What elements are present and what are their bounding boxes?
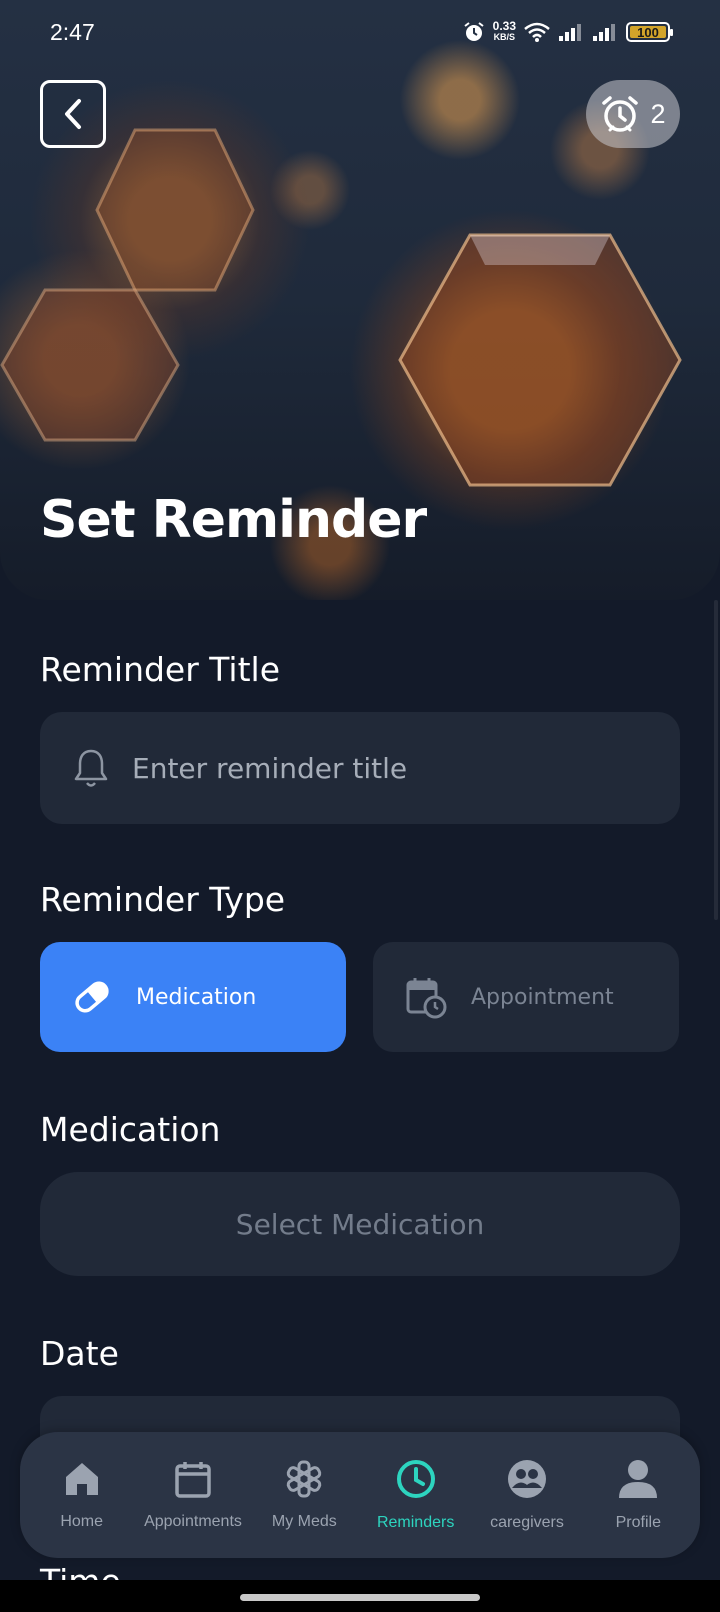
select-medication-dropdown[interactable]: Select Medication: [40, 1172, 680, 1276]
status-time: 2:47: [50, 18, 95, 45]
alarm-clock-icon: [602, 96, 639, 132]
home-icon: [65, 1463, 98, 1495]
reminder-title-input[interactable]: Enter reminder title: [40, 712, 680, 824]
nav-label-profile: Profile: [615, 1514, 661, 1531]
medication-label: Medication: [40, 1110, 221, 1149]
medical-asterisk-icon: [287, 1460, 322, 1498]
type-appointment-button[interactable]: Appointment: [373, 942, 679, 1052]
nav-item-reminders[interactable]: Reminders: [361, 1458, 471, 1532]
back-button[interactable]: [40, 80, 106, 148]
alarm-count-button[interactable]: 2: [586, 80, 680, 148]
network-speed: 0.33 KB/S: [492, 19, 516, 43]
nav-item-my-meds[interactable]: My Meds: [249, 1459, 359, 1531]
nav-label-my-meds: My Meds: [271, 1513, 337, 1530]
hero-banner: 2:47 0.33 KB/S 100 2 Set Reminder: [0, 0, 720, 600]
reminder-title-placeholder: Enter reminder title: [132, 751, 408, 785]
nav-item-home[interactable]: Home: [27, 1459, 137, 1531]
wifi-icon: [524, 22, 550, 42]
nav-item-caregivers[interactable]: caregivers: [472, 1458, 582, 1532]
scrollbar[interactable]: [714, 600, 718, 920]
nav-label-home: Home: [60, 1513, 103, 1530]
nav-label-reminders: Reminders: [376, 1514, 455, 1531]
bell-icon: [74, 749, 108, 787]
reminder-title-label: Reminder Title: [40, 650, 281, 689]
signal-icon: [559, 24, 581, 41]
user-icon: [619, 1460, 658, 1498]
nav-item-appointments[interactable]: Appointments: [138, 1459, 248, 1531]
users-icon: [507, 1460, 546, 1498]
nav-label-caregivers: caregivers: [490, 1514, 564, 1531]
network-speed-value: 0.33: [492, 19, 516, 33]
type-medication-label: Medication: [136, 984, 257, 1010]
date-label: Date: [40, 1334, 119, 1373]
signal-icon: [593, 24, 615, 41]
alarm-status-icon: [464, 22, 484, 41]
battery-level: 100: [637, 24, 659, 40]
type-medication-button[interactable]: Medication: [40, 942, 346, 1052]
nav-label-appointments: Appointments: [144, 1513, 242, 1530]
home-indicator[interactable]: [240, 1594, 480, 1601]
alarm-count: 2: [650, 98, 666, 129]
reminder-type-label: Reminder Type: [40, 880, 286, 919]
pill-icon: [75, 981, 109, 1013]
status-bar: 2:47 0.33 KB/S 100: [0, 0, 720, 64]
crystal-decoration: [95, 128, 255, 292]
bottom-navigation: Home Appointments My Meds Reminders care…: [20, 1432, 700, 1558]
calendar-clock-icon: [406, 978, 447, 1019]
clock-icon: [396, 1460, 435, 1498]
battery-icon: 100: [626, 22, 673, 42]
status-icons: 0.33 KB/S 100: [463, 19, 673, 43]
crystal-decoration: [398, 233, 682, 487]
page-title: Set Reminder: [40, 490, 427, 550]
crystal-decoration: [0, 288, 180, 442]
network-speed-unit: KB/S: [493, 32, 516, 42]
calendar-icon: [175, 1462, 211, 1498]
nav-item-profile[interactable]: Profile: [583, 1458, 693, 1532]
type-appointment-label: Appointment: [471, 984, 614, 1010]
chevron-left-icon: [65, 99, 81, 129]
select-medication-placeholder: Select Medication: [235, 1207, 485, 1241]
